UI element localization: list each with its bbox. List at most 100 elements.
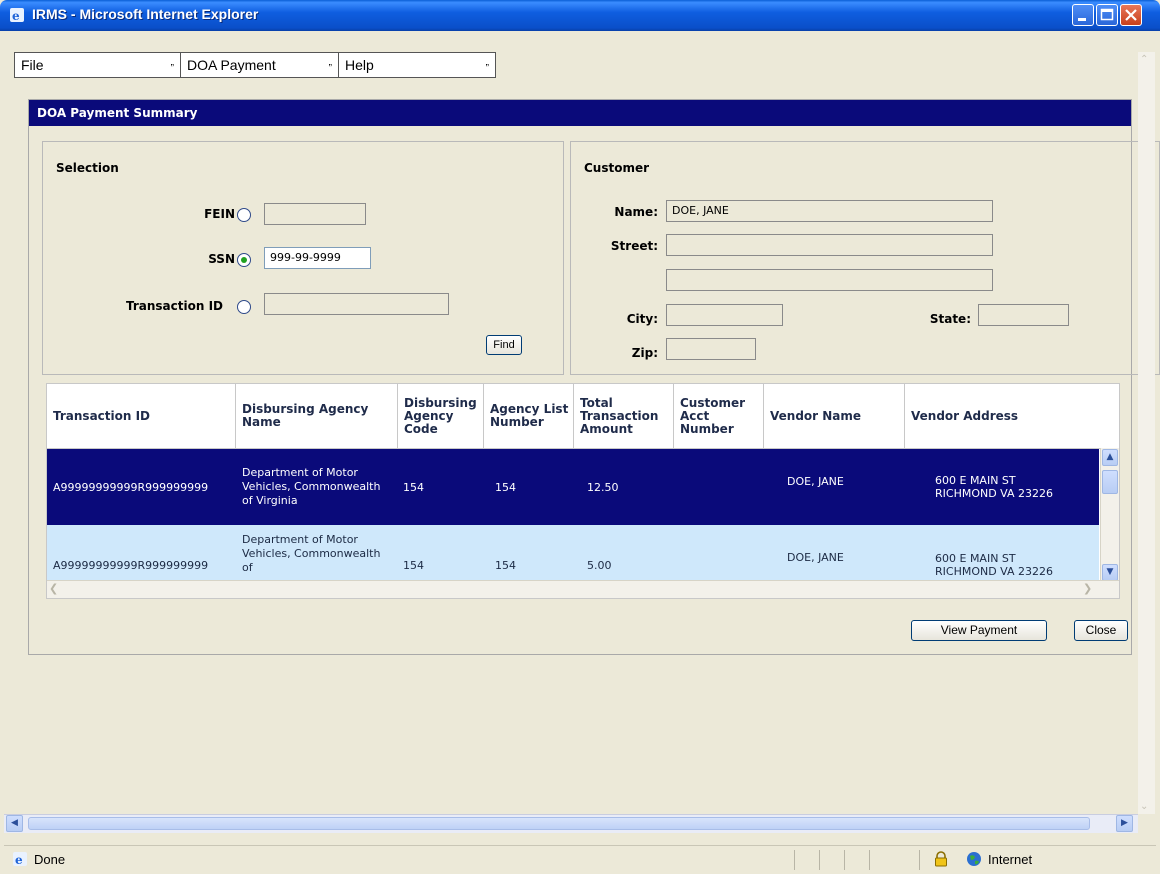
chevron-up-icon[interactable]: ⌃ <box>1140 54 1148 65</box>
browser-window: e IRMS - Microsoft Internet Explorer Fil… <box>0 0 1160 874</box>
ie-icon: e <box>13 852 27 867</box>
transaction-id-input[interactable] <box>264 293 449 315</box>
close-window-button[interactable] <box>1120 4 1142 26</box>
col-vendor-name[interactable]: Vendor Name <box>764 384 905 448</box>
chevron-left-icon[interactable]: ❮ <box>49 582 63 596</box>
cell-transaction-id: A99999999999R999999999 <box>53 558 209 572</box>
cell-vendor-name: DOE, JANE <box>787 551 844 564</box>
col-customer-acct[interactable]: Customer Acct Number <box>674 384 764 448</box>
title-bar[interactable]: e IRMS - Microsoft Internet Explorer <box>0 0 1160 31</box>
maximize-button[interactable] <box>1096 4 1118 26</box>
table-row[interactable]: A99999999999R999999999 Department of Mot… <box>47 449 1099 525</box>
fein-label: FEIN <box>204 207 235 221</box>
status-divider <box>919 850 920 870</box>
transaction-id-label: Transaction ID <box>125 299 223 313</box>
close-icon <box>1125 9 1137 21</box>
col-agency-code[interactable]: Disbursing Agency Code <box>398 384 484 448</box>
maximize-icon <box>1100 8 1114 21</box>
menu-arrow-icon: „ <box>170 57 174 68</box>
cell-agency-name: Department of Motor Vehicles, Commonweal… <box>242 532 381 574</box>
zip-field <box>666 338 756 360</box>
col-amount[interactable]: Total Transaction Amount <box>574 384 674 448</box>
minimize-button[interactable] <box>1072 4 1094 26</box>
scroll-thumb[interactable] <box>1102 470 1118 494</box>
street-field-1 <box>666 234 993 256</box>
col-vendor-address[interactable]: Vendor Address <box>905 384 1119 448</box>
doa-payment-summary-panel: DOA Payment Summary Selection FEIN SSN 9… <box>28 99 1160 655</box>
fein-radio[interactable] <box>237 208 251 222</box>
status-divider <box>869 850 870 870</box>
cell-transaction-id: A99999999999R999999999 <box>53 480 209 494</box>
security-zone: Internet <box>988 852 1033 867</box>
grid-horizontal-scrollbar[interactable]: ❮ ❯ <box>47 580 1119 598</box>
cell-amount: 5.00 <box>587 558 612 572</box>
view-payment-button[interactable]: View Payment <box>911 620 1047 641</box>
transactions-grid: Transaction ID Disbursing Agency Name Di… <box>46 383 1120 599</box>
table-row[interactable]: A99999999999R999999999 Department of Mot… <box>47 525 1099 582</box>
cell-customer-acct <box>677 525 757 582</box>
vendor-address-line-2: RICHMOND VA 23226 <box>935 487 1054 500</box>
ie-icon: e <box>10 8 24 23</box>
menu-bar: File „ DOA Payment „ Help „ <box>14 52 496 78</box>
chevron-right-icon[interactable]: ❯ <box>1083 582 1097 596</box>
scroll-thumb[interactable] <box>28 817 1090 830</box>
page-horizontal-scrollbar[interactable]: ◀ ▶ <box>4 814 1138 833</box>
chevron-down-icon[interactable]: ⌄ <box>1140 801 1148 812</box>
city-field <box>666 304 783 326</box>
chevron-up-icon[interactable]: ▲ <box>1102 449 1118 466</box>
cell-agency-code: 154 <box>403 558 424 572</box>
panel-title: DOA Payment Summary <box>29 100 1131 126</box>
customer-title: Customer <box>584 161 650 175</box>
status-divider <box>819 850 820 870</box>
vendor-address-line-1: 600 E MAIN ST <box>935 474 1016 487</box>
cell-agency-name: Department of Motor Vehicles, Commonweal… <box>242 466 381 507</box>
selection-group: Selection FEIN SSN 999-99-9999 Transacti… <box>42 141 564 375</box>
close-button[interactable]: Close <box>1074 620 1128 641</box>
cell-vendor-name: DOE, JANE <box>787 475 844 488</box>
status-text: Done <box>34 852 66 867</box>
cell-vendor-address: 600 E MAIN ST RICHMOND VA 23226 <box>935 449 1095 525</box>
street-label: Street: <box>610 239 658 253</box>
svg-text:e: e <box>12 9 20 23</box>
zip-label: Zip: <box>631 346 658 360</box>
status-bar: e Done Internet <box>4 845 1156 873</box>
col-list-number[interactable]: Agency List Number <box>484 384 574 448</box>
chevron-left-icon[interactable]: ◀ <box>6 815 23 832</box>
col-transaction-id[interactable]: Transaction ID <box>47 384 236 448</box>
transaction-id-radio[interactable] <box>237 300 251 314</box>
vendor-address-line-1: 600 E MAIN ST <box>935 552 1016 565</box>
city-label: City: <box>626 312 658 326</box>
menu-file-label: File <box>21 57 44 73</box>
cell-agency-code: 154 <box>403 480 424 494</box>
fein-input[interactable] <box>264 203 366 225</box>
cell-customer-acct <box>677 449 757 525</box>
menu-help-label: Help <box>345 57 374 73</box>
menu-file[interactable]: File „ <box>15 53 181 77</box>
globe-icon <box>967 852 981 866</box>
grid-vertical-scrollbar[interactable]: ▲ ▼ <box>1100 448 1119 582</box>
menu-doa-payment-label: DOA Payment <box>187 57 276 73</box>
status-divider <box>844 850 845 870</box>
page-vertical-scrollbar[interactable]: ⌃ ⌄ <box>1138 52 1155 814</box>
find-button[interactable]: Find <box>486 335 522 355</box>
ssn-input[interactable]: 999-99-9999 <box>264 247 371 269</box>
vendor-address-line-2: RICHMOND VA 23226 <box>935 565 1054 578</box>
menu-arrow-icon: „ <box>328 57 332 68</box>
selection-title: Selection <box>56 161 119 175</box>
name-field: DOE, JANE <box>666 200 993 222</box>
ssn-radio[interactable] <box>237 253 251 267</box>
cell-list-number: 154 <box>495 558 516 572</box>
svg-text:e: e <box>15 853 23 867</box>
chevron-right-icon[interactable]: ▶ <box>1116 815 1133 832</box>
col-agency-name[interactable]: Disbursing Agency Name <box>236 384 398 448</box>
status-divider <box>794 850 795 870</box>
cell-list-number: 154 <box>495 480 516 494</box>
street-field-2 <box>666 269 993 291</box>
menu-doa-payment[interactable]: DOA Payment „ <box>181 53 339 77</box>
grid-header: Transaction ID Disbursing Agency Name Di… <box>47 384 1119 449</box>
minimize-icon <box>1078 18 1086 21</box>
state-label: State: <box>929 312 971 326</box>
menu-help[interactable]: Help „ <box>339 53 495 77</box>
chevron-down-icon[interactable]: ▼ <box>1102 564 1118 581</box>
ssn-label: SSN <box>208 252 235 266</box>
